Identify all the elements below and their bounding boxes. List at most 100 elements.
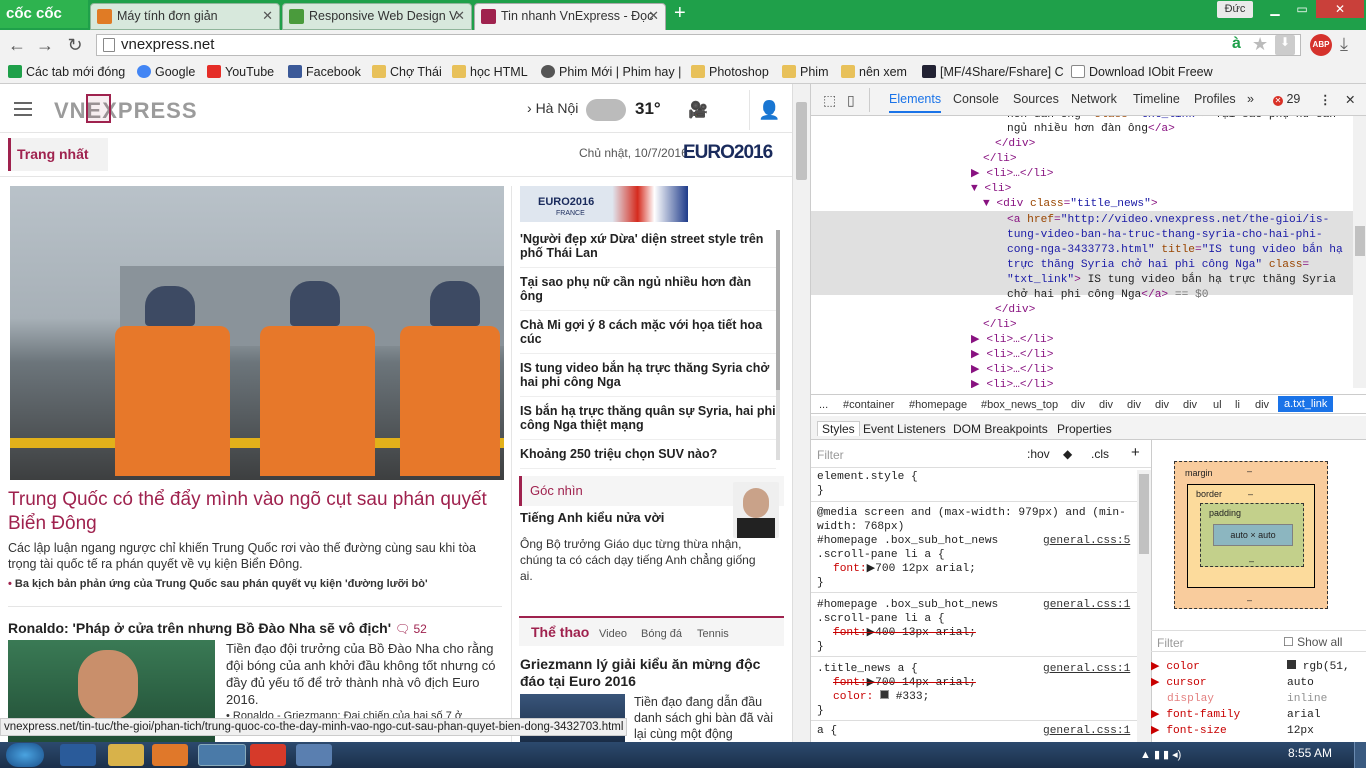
close-devtools-icon[interactable]: ✕ (1345, 92, 1355, 107)
app-icon[interactable] (296, 744, 332, 766)
sport-tab-football[interactable]: Bóng đá (641, 628, 682, 640)
new-tab-button[interactable]: + (674, 3, 694, 23)
bookmark-folder[interactable]: học HTML (452, 63, 528, 81)
tab-event-listeners[interactable]: Event Listeners (863, 422, 946, 436)
bookmark-mf[interactable]: [MF/4Share/Fshare] C (922, 63, 1064, 81)
sport-title[interactable]: Griezmann lý giải kiểu ăn mừng độc đáo t… (520, 656, 780, 690)
breadcrumb-item[interactable]: div (1155, 399, 1169, 411)
styles-rules[interactable]: element.style { } @media screen and (max… (811, 470, 1137, 742)
styles-filter-input[interactable]: Filter (817, 448, 844, 462)
box-model-margin[interactable]: margin – – border – padding – auto × aut… (1174, 461, 1328, 609)
tab-vnexpress[interactable]: Tin nhanh VnExpress - Đọc ✕ (474, 3, 666, 31)
tab-calculator[interactable]: Máy tính đơn giản ✕ (90, 3, 280, 30)
add-rule-icon[interactable]: + (1131, 444, 1140, 461)
coccoc-taskbar-icon[interactable] (198, 744, 246, 766)
bookmark-folder[interactable]: Chợ Thái (372, 63, 442, 81)
side-list-scroll[interactable] (776, 230, 780, 460)
author-avatar[interactable] (733, 482, 779, 538)
more-tabs-icon[interactable]: » (1247, 92, 1254, 106)
tab-elements[interactable]: Elements (889, 92, 942, 113)
breadcrumb-item[interactable]: div (1127, 399, 1141, 411)
tray-icons[interactable]: ▲ ▮ ▮ ◂) (1140, 748, 1181, 761)
page-scrollbar[interactable] (792, 84, 810, 742)
bookmark-recent-tabs[interactable]: Các tab mới đóng (8, 63, 125, 81)
breadcrumb-item[interactable]: #container (843, 399, 894, 411)
address-bar[interactable]: vnexpress.net (96, 34, 1301, 56)
close-window-icon[interactable]: ✕ (1316, 0, 1364, 18)
breadcrumb-item[interactable]: ... (819, 399, 828, 411)
list-item[interactable]: Tại sao phụ nữ cần ngủ nhiều hơn đàn ông (520, 268, 776, 311)
hov-button[interactable]: :hov (1027, 447, 1050, 461)
related-link[interactable]: • Ba kịch bản phản ứng của Trung Quốc sa… (8, 578, 428, 590)
bookmark-folder[interactable]: Photoshop (691, 63, 769, 81)
download-icon[interactable]: ⬇ (1275, 35, 1295, 55)
menu-icon[interactable] (14, 102, 32, 116)
bookmark-iobit[interactable]: Download IObit Freew (1071, 63, 1213, 81)
tab-properties[interactable]: Properties (1057, 422, 1112, 436)
bookmark-facebook[interactable]: Facebook (288, 63, 361, 81)
breadcrumb-item[interactable]: li (1235, 399, 1240, 411)
breadcrumb-item[interactable]: #box_news_top (981, 399, 1058, 411)
tab-network[interactable]: Network (1071, 92, 1117, 106)
color-format-icon[interactable]: ◆ (1063, 447, 1072, 461)
bookmark-folder[interactable]: Phim (782, 63, 828, 81)
location[interactable]: › Hà Nội (527, 100, 578, 116)
maximize-icon[interactable]: ▭ (1289, 0, 1315, 18)
list-item[interactable]: IS tung video bắn hạ trực thăng Syria ch… (520, 354, 776, 397)
tab-responsive[interactable]: Responsive Web Design V ✕ (282, 3, 472, 30)
list-item[interactable]: Khoảng 250 triệu chọn SUV nào? (520, 440, 776, 469)
breadcrumb-current[interactable]: a.txt_link (1278, 396, 1334, 412)
euro-banner[interactable]: EURO2016 FRANCE (520, 186, 688, 222)
breadcrumb-item[interactable]: div (1071, 399, 1085, 411)
computed-filter-input[interactable]: Filter (1157, 636, 1184, 650)
bookmark-google[interactable]: Google (137, 63, 195, 81)
tab-dom-breakpoints[interactable]: DOM Breakpoints (953, 422, 1048, 436)
sport-tab-video[interactable]: Video (599, 628, 627, 640)
ie-icon[interactable] (60, 744, 96, 766)
dom-tree[interactable]: hơn đàn ông" class="txt_link"> Tại sao p… (811, 116, 1366, 388)
tab-profiles[interactable]: Profiles (1194, 92, 1236, 106)
video-icon[interactable]: 🎥 (688, 100, 708, 120)
top-story-title[interactable]: Trung Quốc có thể đẩy mình vào ngõ cụt s… (8, 488, 504, 536)
computed-list[interactable]: ▶ color rgb(51, ▶ cursor auto display inli… (1151, 660, 1366, 740)
close-icon[interactable]: ✕ (262, 4, 273, 28)
tab-sources[interactable]: Sources (1013, 92, 1059, 106)
star-icon[interactable]: ★ (1252, 34, 1268, 55)
tab-styles[interactable]: Styles (817, 421, 860, 436)
list-item[interactable]: IS bắn hạ trực thăng quân sự Syria, hai … (520, 397, 776, 440)
start-button[interactable] (6, 743, 44, 767)
coccoc-icon[interactable]: à (1232, 35, 1241, 53)
minimize-icon[interactable]: ▁ (1262, 0, 1288, 18)
section-label[interactable]: Trang nhất (8, 138, 108, 171)
euro-badge[interactable]: EURO2016 (683, 142, 773, 164)
show-all-checkbox[interactable]: ☐ Show all (1283, 635, 1342, 649)
styles-scrollbar[interactable] (1137, 470, 1151, 742)
cls-button[interactable]: .cls (1091, 447, 1109, 461)
profile-button[interactable]: Đức (1217, 1, 1253, 18)
hero-image[interactable] (10, 186, 504, 480)
chrome-icon[interactable] (250, 744, 286, 766)
dom-scrollbar[interactable] (1353, 116, 1366, 388)
breadcrumb-item[interactable]: div (1183, 399, 1197, 411)
close-icon[interactable]: ✕ (648, 4, 659, 28)
show-desktop-button[interactable] (1354, 742, 1366, 768)
downloads-icon[interactable]: ⤓ (1340, 34, 1348, 55)
sport-label[interactable]: Thể thao (531, 624, 589, 640)
forward-icon[interactable]: → (34, 34, 56, 56)
breadcrumb-item[interactable]: div (1099, 399, 1113, 411)
back-icon[interactable]: ← (6, 34, 28, 56)
sport-tab-tennis[interactable]: Tennis (697, 628, 729, 640)
tab-timeline[interactable]: Timeline (1133, 92, 1180, 106)
story2-title[interactable]: Ronaldo: 'Pháp ở cửa trên nhưng Bồ Đào N… (8, 620, 427, 636)
bookmark-phimmoi[interactable]: Phim Mới | Phim hay | (541, 63, 681, 81)
adblock-icon[interactable]: ABP (1310, 34, 1332, 56)
kebab-menu-icon[interactable]: ⋮ (1319, 92, 1332, 107)
site-logo[interactable]: VNEXPRESS (54, 98, 198, 124)
device-icon[interactable]: ▯ (847, 92, 855, 109)
inspect-icon[interactable]: ⬚ (823, 92, 836, 109)
clock[interactable]: 8:55 AM (1288, 746, 1332, 760)
bookmark-folder[interactable]: nên xem (841, 63, 907, 81)
list-item[interactable]: 'Người đẹp xứ Dừa' diện street style trê… (520, 230, 776, 268)
error-count[interactable]: ✕ 29 (1273, 92, 1300, 106)
breadcrumb-item[interactable]: ul (1213, 399, 1222, 411)
